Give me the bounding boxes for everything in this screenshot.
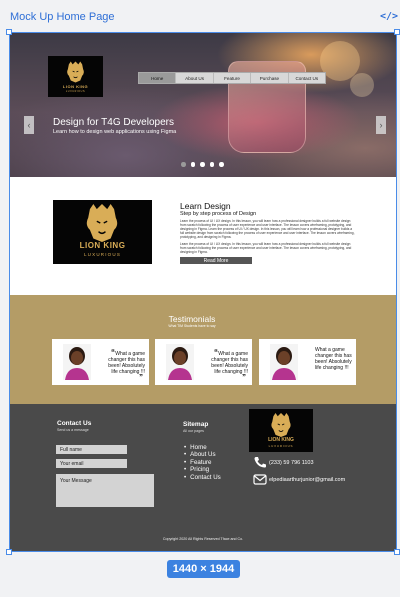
testimonial-quote: What a game changer this has been! Absol…: [315, 347, 352, 371]
carousel-dot[interactable]: [181, 162, 186, 167]
hero-section: LION KING LUXURIOUS Home About Us Featur…: [10, 33, 396, 177]
quote-icon: ”: [242, 373, 246, 382]
avatar: [63, 344, 91, 380]
contact-title: Contact Us: [57, 420, 92, 427]
avatar: [270, 344, 298, 380]
quote-icon: ”: [139, 373, 143, 382]
learn-paragraph: Learn the process of UI / UX design. In …: [180, 242, 352, 254]
learn-paragraph: Learn the process of UI / UX design. In …: [180, 219, 355, 239]
footer-link-pricing[interactable]: Pricing: [184, 466, 221, 473]
testimonial-card[interactable]: “ What a game changer this has been! Abs…: [52, 339, 149, 385]
nav-about-us[interactable]: About Us: [176, 73, 214, 83]
hero-subtitle: Learn how to design web applications usi…: [53, 129, 177, 135]
testimonial-quote: What a game changer this has been! Absol…: [108, 351, 145, 375]
testimonials-section: Testimonials What TIM Students have to s…: [10, 295, 396, 404]
footer: Contact Us Send us a message Full name Y…: [10, 404, 396, 551]
mail-icon: [253, 474, 267, 485]
testimonials-subtitle: What TIM Students have to say: [168, 324, 216, 328]
hero-logo-text: LION KING: [62, 84, 89, 89]
testimonial-card[interactable]: What a game changer this has been! Absol…: [259, 339, 356, 385]
footer-link-home[interactable]: Home: [184, 444, 221, 451]
hero-bokeh: [350, 73, 374, 97]
footer-logo-subtext: LUXURIOUS: [268, 444, 294, 448]
testimonial-quote: What a game changer this has been! Absol…: [211, 351, 248, 375]
testimonial-card[interactable]: “ What a game changer this has been! Abs…: [155, 339, 252, 385]
carousel-dot[interactable]: [190, 162, 195, 167]
full-name-field[interactable]: Full name: [56, 445, 127, 454]
hero-title: Design for T4G Developers: [53, 117, 174, 128]
copyright: Copyright 2020 All Rights Reserved Tface…: [162, 537, 244, 541]
learn-logo-text: LION KING: [79, 241, 126, 250]
resize-handle[interactable]: [6, 29, 12, 35]
footer-link-feature[interactable]: Feature: [184, 459, 221, 466]
nav-feature[interactable]: Feature: [214, 73, 252, 83]
learn-subtitle: Step by step process of Design: [180, 211, 257, 217]
message-field[interactable]: Your Message: [56, 474, 154, 507]
nav-purchase[interactable]: Purchase: [251, 73, 289, 83]
chevron-left-icon[interactable]: ‹: [24, 116, 34, 134]
footer-link-about-us[interactable]: About Us: [184, 451, 221, 458]
lion-logo-icon: [86, 204, 118, 242]
artboard[interactable]: LION KING LUXURIOUS Home About Us Featur…: [9, 32, 397, 552]
chevron-right-icon[interactable]: ›: [376, 116, 386, 134]
footer-logo[interactable]: LION KING LUXURIOUS: [249, 409, 313, 452]
resize-handle[interactable]: [394, 549, 400, 555]
resize-handle[interactable]: [394, 29, 400, 35]
nav-contact-us[interactable]: Contact Us: [289, 73, 325, 83]
lion-logo-icon: [67, 61, 84, 83]
footer-link-contact-us[interactable]: Contact Us: [184, 474, 221, 481]
learn-logo-image: LION KING LUXURIOUS: [53, 200, 152, 264]
learn-title: Learn Design: [180, 201, 231, 211]
main-nav: Home About Us Feature Purchase Contact U…: [138, 72, 326, 84]
canvas: Mock Up Home Page </> LION KING LUXURIOU…: [0, 0, 400, 597]
read-more-button[interactable]: Read More: [180, 257, 252, 264]
footer-logo-text: LION KING: [268, 437, 294, 443]
avatar: [166, 344, 194, 380]
phone-icon: [254, 457, 266, 468]
sitemap-title: Sitemap: [183, 421, 209, 428]
nav-home[interactable]: Home: [139, 73, 177, 83]
sitemap-subtitle: All our pages: [183, 429, 204, 433]
sitemap-links: Home About Us Feature Pricing Contact Us: [184, 444, 221, 481]
phone-number[interactable]: (233) 59 796 1103: [269, 460, 314, 466]
carousel-dot[interactable]: [219, 162, 224, 167]
carousel-dot[interactable]: [209, 162, 214, 167]
code-icon[interactable]: </>: [380, 11, 398, 22]
testimonials-title: Testimonials: [168, 314, 216, 324]
email-field[interactable]: Your email: [56, 459, 127, 468]
hero-logo[interactable]: LION KING LUXURIOUS: [48, 56, 103, 97]
resize-handle[interactable]: [6, 549, 12, 555]
email-address[interactable]: elpediaarthurjunior@gmail.com: [269, 477, 345, 483]
contact-subtitle: Send us a message: [57, 428, 89, 432]
frame-title[interactable]: Mock Up Home Page: [10, 11, 115, 23]
carousel-dot[interactable]: [200, 162, 205, 167]
frame-size-badge: 1440 × 1944: [167, 560, 240, 578]
lion-logo-icon: [271, 413, 291, 437]
hero-logo-subtext: LUXURIOUS: [65, 90, 86, 93]
carousel-dots: [181, 162, 224, 167]
learn-logo-subtext: LUXURIOUS: [83, 252, 122, 257]
